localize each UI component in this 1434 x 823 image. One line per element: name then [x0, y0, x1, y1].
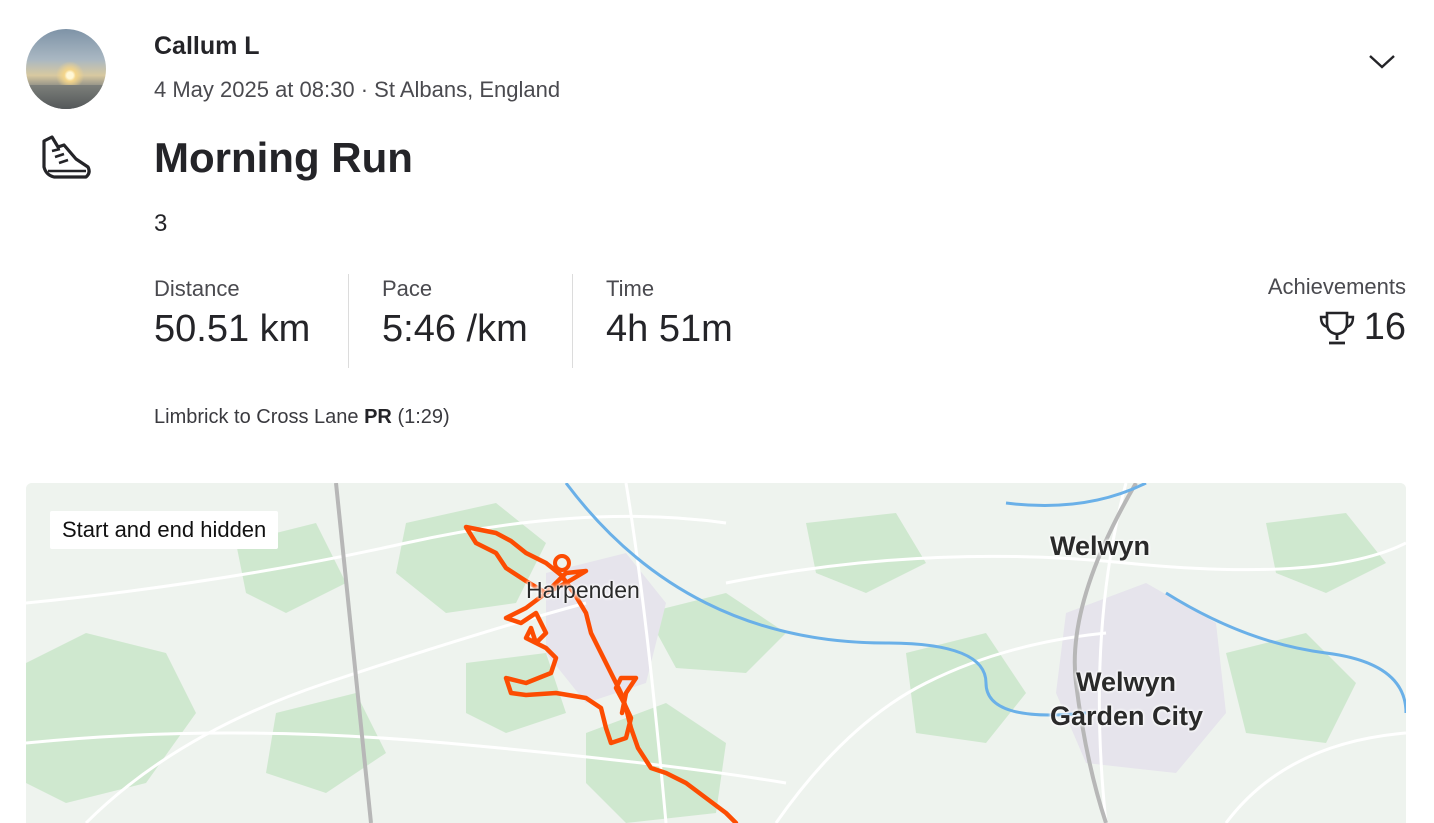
activity-meta: 4 May 2025 at 08:30 · St Albans, England	[154, 77, 561, 102]
stat-divider	[572, 274, 573, 368]
trophy-icon	[1319, 311, 1354, 344]
chevron-down-icon[interactable]	[1366, 48, 1398, 74]
segment-badge: PR	[364, 406, 392, 428]
place-label-welwyn-gc-2: Garden City	[1050, 701, 1204, 731]
route-map[interactable]: Start and end hidden Welwyn Welwyn Garde…	[26, 483, 1406, 823]
athlete-name[interactable]: Callum L	[154, 32, 260, 61]
place-label-harpenden: Harpenden	[526, 577, 640, 603]
place-label-welwyn-gc-1: Welwyn	[1076, 667, 1177, 697]
achievements-count: 16	[1363, 306, 1406, 348]
stat-label: Distance	[154, 276, 240, 301]
stat-divider	[348, 274, 349, 368]
segment-name[interactable]: Limbrick to Cross Lane	[154, 406, 359, 428]
achievements-label: Achievements	[1267, 274, 1406, 299]
shoe-icon	[42, 135, 91, 179]
stat-time: Time 4h 51m	[606, 276, 733, 351]
privacy-badge: Start and end hidden	[50, 511, 279, 549]
segment-time: (1:29)	[397, 406, 450, 428]
place-label-welwyn: Welwyn	[1050, 531, 1151, 561]
stat-label: Pace	[382, 276, 433, 301]
athlete-avatar[interactable]	[26, 29, 106, 109]
stat-value: 4h 51m	[606, 308, 733, 350]
stat-pace: Pace 5:46 /km	[382, 276, 528, 351]
stat-distance: Distance 50.51 km	[154, 276, 310, 351]
activity-title: Morning Run	[154, 134, 413, 181]
activity-description: 3	[154, 210, 168, 237]
achievements[interactable]: Achievements 16	[1268, 274, 1406, 349]
stat-label: Time	[606, 276, 655, 301]
segment-achievement[interactable]: Limbrick to Cross Lane PR (1:29)	[154, 406, 450, 429]
stat-value: 50.51 km	[154, 308, 311, 350]
stat-value: 5:46 /km	[382, 308, 528, 350]
